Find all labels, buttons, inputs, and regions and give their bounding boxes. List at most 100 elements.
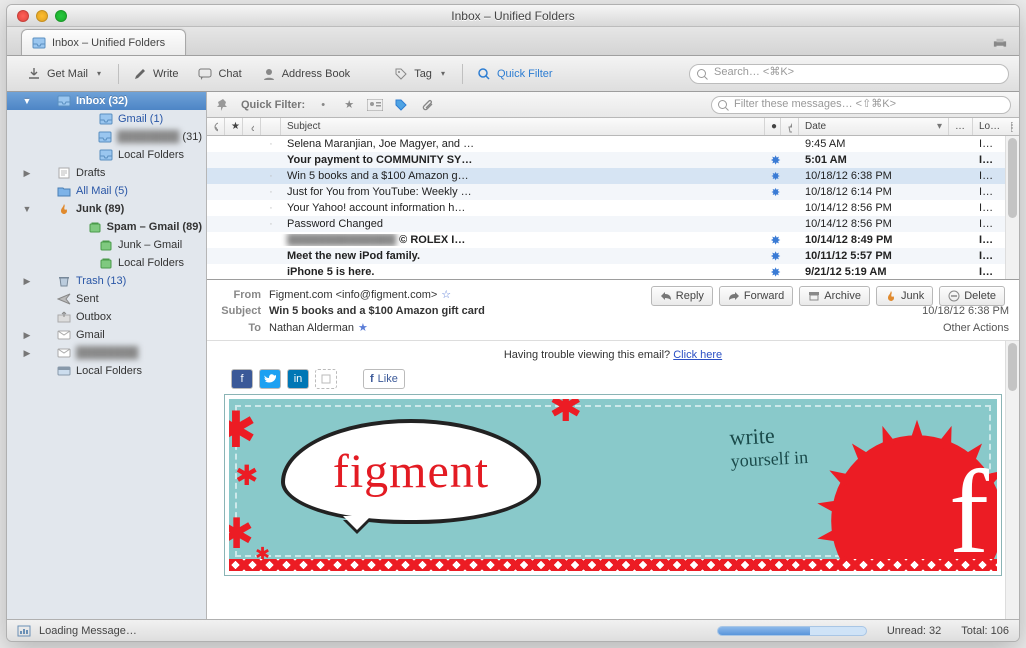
msg-location: In… <box>973 202 1005 214</box>
sidebar-item-label: ████████ (31) <box>117 131 202 143</box>
message-row[interactable]: ·Selena Maranjian, Joe Magyer, and …9:45… <box>207 136 1019 152</box>
col-star[interactable]: ★ <box>225 118 243 135</box>
linkedin-icon[interactable]: in <box>287 369 309 389</box>
folder-sidebar: ▼Inbox (32)Gmail (1) ████████ (31) Local F… <box>7 92 207 619</box>
star-icon[interactable]: ☆ <box>441 288 451 301</box>
share-bar: f in fLike <box>221 369 1005 389</box>
chevron-down-icon[interactable]: ▾ <box>438 69 448 78</box>
col-location[interactable]: Lo… <box>973 118 1005 135</box>
get-mail-button[interactable]: Get Mail ▾ <box>17 62 114 86</box>
sidebar-item[interactable]: Junk – Gmail <box>7 236 206 254</box>
search-icon <box>696 68 709 81</box>
tab-inbox[interactable]: Inbox – Unified Folders <box>21 29 186 55</box>
reply-icon <box>660 291 672 301</box>
activity-icon[interactable] <box>17 624 31 638</box>
sidebar-item[interactable]: Local Folders <box>7 146 206 164</box>
pin-icon[interactable] <box>215 97 231 113</box>
message-row[interactable]: ·Your Yahoo! account information h…10/14… <box>207 200 1019 216</box>
attachment-icon[interactable] <box>419 97 435 113</box>
col-subject[interactable]: Subject <box>281 118 765 135</box>
sidebar-item[interactable]: Spam – Gmail (89) <box>7 218 206 236</box>
contact-icon[interactable] <box>367 97 383 113</box>
facebook-icon[interactable]: f <box>231 369 253 389</box>
sidebar-item[interactable]: Outbox <box>7 308 206 326</box>
sidebar-item[interactable]: ▶Trash (13) <box>7 272 206 290</box>
scrollbar[interactable] <box>1005 341 1019 619</box>
message-row[interactable]: ·Just for You from YouTube: Weekly …✸10/… <box>207 184 1019 200</box>
message-row[interactable]: iPhone 5 is here.✸9/21/12 5:19 AMIn… <box>207 264 1019 280</box>
sidebar-item[interactable]: Gmail (1) <box>7 110 206 128</box>
sidebar-item[interactable]: All Mail (5) <box>7 182 206 200</box>
scrollbar[interactable] <box>1005 136 1019 279</box>
quick-filter-button[interactable]: Quick Filter <box>467 62 563 86</box>
sidebar-item-label: ████████ <box>76 347 138 359</box>
tag-filter-icon[interactable] <box>393 97 409 113</box>
spark-icon: ✸ <box>765 234 781 247</box>
message-list[interactable]: ·Selena Maranjian, Joe Magyer, and …9:45… <box>207 136 1019 280</box>
folder-icon <box>99 238 113 252</box>
col-date[interactable]: Date▾ <box>799 118 949 135</box>
sidebar-item-label: Sent <box>76 293 99 305</box>
col-junk[interactable] <box>781 118 799 135</box>
col-read[interactable]: ● <box>765 118 781 135</box>
forward-icon <box>728 291 740 301</box>
subject-value: Win 5 books and a $100 Amazon gift card <box>269 305 485 317</box>
chevron-down-icon[interactable]: ▾ <box>94 69 104 78</box>
sidebar-item-label: Local Folders <box>118 257 184 269</box>
forward-button[interactable]: Forward <box>719 286 793 306</box>
search-input[interactable]: Search… <⌘K> <box>689 64 1009 84</box>
col-thread[interactable] <box>207 118 225 135</box>
click-here-link[interactable]: Click here <box>673 349 722 361</box>
message-row[interactable]: ·Win 5 books and a $100 Amazon g…✸10/18/… <box>207 168 1019 184</box>
sidebar-item[interactable]: ▶████████ <box>7 344 206 362</box>
col-attach[interactable] <box>243 118 261 135</box>
titlebar: Inbox – Unified Folders <box>7 5 1019 27</box>
write-button[interactable]: Write <box>123 62 188 86</box>
msg-subject: Password Changed <box>281 218 765 230</box>
message-row[interactable]: Your payment to COMMUNITY SY…✸5:01 AMIn… <box>207 152 1019 168</box>
message-row[interactable]: Meet the new iPod family.✸10/11/12 5:57 … <box>207 248 1019 264</box>
sidebar-item[interactable]: Local Folders <box>7 254 206 272</box>
delete-button[interactable]: Delete <box>939 286 1005 306</box>
archive-button[interactable]: Archive <box>799 286 870 306</box>
filter-messages-input[interactable]: Filter these messages… <⇧⌘K> <box>711 96 1011 114</box>
message-row[interactable]: ·Password Changed10/14/12 8:56 PMIn… <box>207 216 1019 232</box>
message-row[interactable]: ██████████████ © ROLEX I…✸10/14/12 8:49 … <box>207 232 1019 248</box>
to-label: To <box>217 322 261 334</box>
share-more-icon[interactable] <box>315 369 337 389</box>
star-icon[interactable]: ★ <box>341 97 357 113</box>
sidebar-item-label: Inbox (32) <box>76 95 128 107</box>
sidebar-item[interactable]: ▶Gmail <box>7 326 206 344</box>
progress-bar <box>717 626 867 636</box>
star-icon[interactable]: ★ <box>358 321 368 334</box>
col-picker[interactable] <box>1005 118 1019 135</box>
msg-location: In… <box>973 138 1005 150</box>
burst-icon: ✱ <box>225 509 254 558</box>
other-actions-link[interactable]: Other Actions <box>943 322 1009 334</box>
sidebar-item[interactable]: Sent <box>7 290 206 308</box>
search-wrap: Search… <⌘K> <box>689 64 1009 84</box>
to-value: Nathan Alderman <box>269 322 354 334</box>
tag-button[interactable]: Tag ▾ <box>384 62 458 86</box>
msg-location: In… <box>973 266 1005 278</box>
msg-subject: Your Yahoo! account information h… <box>281 202 765 214</box>
twitter-icon[interactable] <box>259 369 281 389</box>
reply-button[interactable]: Reply <box>651 286 713 306</box>
printer-icon[interactable] <box>993 37 1007 51</box>
sidebar-item[interactable]: ▼Junk (89) <box>7 200 206 218</box>
address-book-button[interactable]: Address Book <box>252 62 360 86</box>
like-button[interactable]: fLike <box>363 369 405 389</box>
quick-filter-bar: Quick Filter: • ★ Filter these messages…… <box>207 92 1019 118</box>
scroll-thumb[interactable] <box>1008 343 1017 391</box>
scroll-thumb[interactable] <box>1008 138 1017 218</box>
sidebar-item[interactable]: ▶Drafts <box>7 164 206 182</box>
msg-subject: Just for You from YouTube: Weekly … <box>281 186 765 198</box>
dot-icon[interactable]: • <box>315 97 331 113</box>
sidebar-item[interactable]: Local Folders <box>7 362 206 380</box>
sidebar-item[interactable]: ▼Inbox (32) <box>7 92 206 110</box>
folder-icon <box>98 130 112 144</box>
junk-button[interactable]: Junk <box>876 286 933 306</box>
sidebar-item[interactable]: ████████ (31) <box>7 128 206 146</box>
msg-date: 10/14/12 8:49 PM <box>799 234 949 246</box>
chat-button[interactable]: Chat <box>188 62 251 86</box>
